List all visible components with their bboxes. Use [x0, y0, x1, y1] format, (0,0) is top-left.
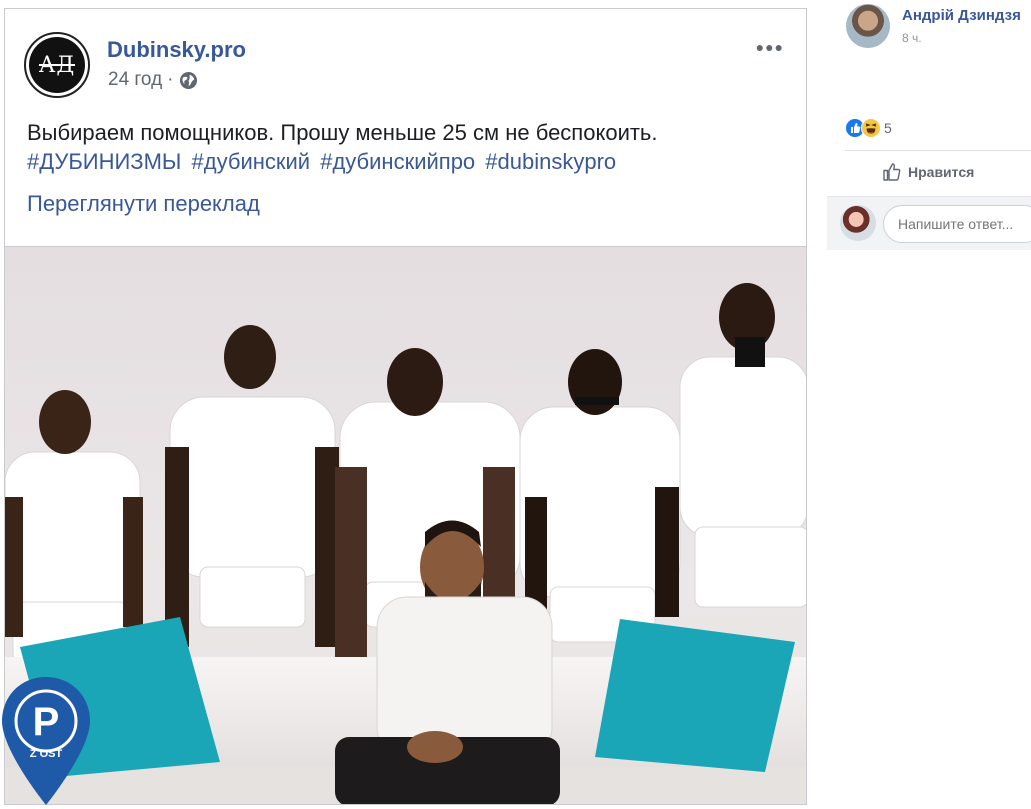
like-button[interactable]: Нравится [882, 162, 974, 182]
seated-man-shirt [376, 596, 553, 758]
page-name-link[interactable]: Dubinsky.pro [107, 37, 246, 63]
commenter-avatar[interactable] [846, 4, 890, 48]
post-meta: 24 год · [108, 69, 198, 91]
page-avatar[interactable]: АД [24, 32, 90, 98]
hashtags: #ДУБИНИЗМЫ #дубинский #дубинскийпро #dub… [27, 149, 620, 175]
thumbs-up-icon [883, 163, 901, 181]
reaction-summary[interactable]: 5 [845, 118, 892, 138]
divider [845, 150, 1031, 151]
hashtag-link[interactable]: #dubinskypro [485, 149, 616, 174]
watermark-letter: P [33, 700, 60, 744]
comment-time[interactable]: 8 ч. [902, 31, 922, 45]
person-2 [169, 396, 336, 628]
zpost-watermark-icon: P Z OST [2, 677, 90, 805]
current-user-avatar [840, 205, 876, 241]
post-photo[interactable] [4, 246, 807, 805]
post-card: АД Dubinsky.pro 24 год · ●●● Выбираем по… [4, 8, 807, 246]
see-translation-link[interactable]: Переглянути переклад [27, 191, 260, 217]
pillow-right [595, 619, 795, 772]
hashtag-link[interactable]: #дубинский [192, 149, 311, 174]
reply-input[interactable] [883, 205, 1031, 243]
comment-author-link[interactable]: Андрій Дзиндзя [902, 7, 1021, 24]
hashtag-link[interactable]: #ДУБИНИЗМЫ [27, 149, 181, 174]
like-button-label: Нравится [908, 164, 975, 180]
post-time[interactable]: 24 год [108, 69, 162, 91]
globe-icon[interactable] [179, 71, 198, 90]
person-5 [679, 356, 806, 608]
hashtag-link[interactable]: #дубинскийпро [320, 149, 475, 174]
reaction-count: 5 [884, 120, 892, 136]
watermark-small-text: Z OST [30, 748, 63, 760]
page-avatar-logo: АД [29, 37, 85, 93]
post-text: Выбираем помощников. Прошу меньше 25 см … [27, 120, 658, 145]
meta-separator: · [167, 69, 174, 90]
haha-icon [861, 118, 881, 138]
photo-illustration [5, 283, 806, 804]
more-horizontal-icon[interactable]: ●●● [756, 39, 784, 55]
